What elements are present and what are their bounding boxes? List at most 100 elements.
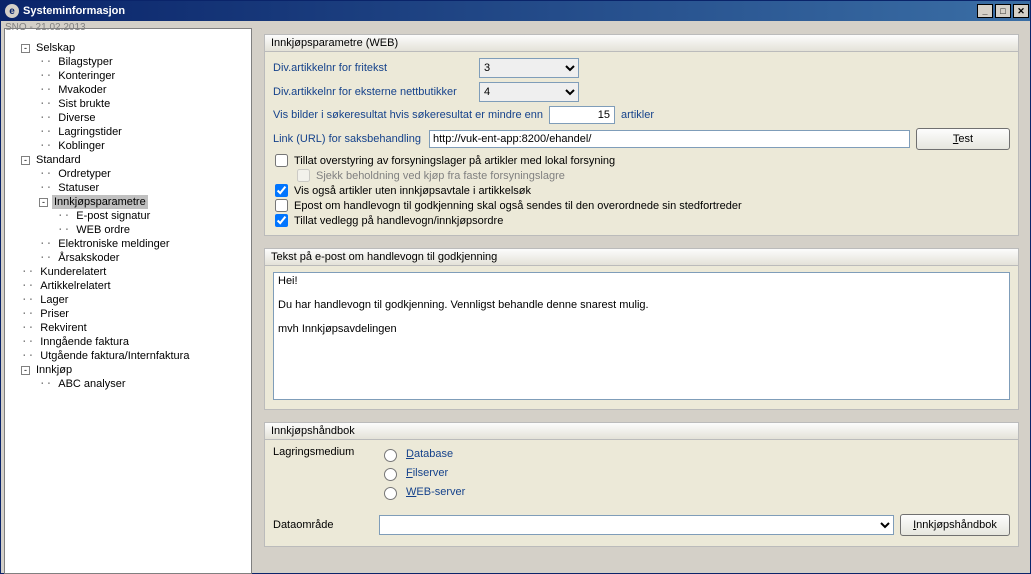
tree-item-label[interactable]: Standard xyxy=(34,153,83,167)
textarea-epost[interactable]: Hei! Du har handlevogn til godkjenning. … xyxy=(273,272,1010,400)
chk-vedlegg[interactable] xyxy=(275,214,288,227)
tree-item-label[interactable]: Lagringstider xyxy=(56,125,124,139)
tree-item-label[interactable]: Innkjøp xyxy=(34,363,74,377)
input-url[interactable] xyxy=(429,130,910,148)
minimize-button[interactable]: _ xyxy=(977,4,993,18)
window-buttons: _ □ ✕ xyxy=(976,2,1030,20)
tree-item[interactable]: ·· WEB ordre xyxy=(5,223,249,237)
tree-item[interactable]: ·· Lagringstider xyxy=(5,125,249,139)
tree-item-label[interactable]: Konteringer xyxy=(56,69,117,83)
tree-item[interactable]: ·· Elektroniske meldinger xyxy=(5,237,249,251)
tree-item-label[interactable]: Priser xyxy=(38,307,71,321)
app-window: e Systeminformasjon _ □ ✕ SNO - 21.02.20… xyxy=(0,0,1031,574)
tree-item-label[interactable]: Koblinger xyxy=(56,139,106,153)
collapse-icon[interactable]: - xyxy=(21,156,30,165)
select-eksterne[interactable]: 4 xyxy=(479,82,579,102)
label-url: Link (URL) for saksbehandling xyxy=(273,133,423,145)
label-eksterne: Div.artikkelnr for eksterne nettbutikker xyxy=(273,86,473,98)
label-overstyring: Tillat overstyring av forsyningslager på… xyxy=(294,155,615,167)
body: -Selskap·· Bilagstyper·· Konteringer·· M… xyxy=(1,21,1030,573)
tree-item[interactable]: ·· Statuser xyxy=(5,181,249,195)
tree-item-label[interactable]: Elektroniske meldinger xyxy=(56,237,171,251)
tree-item[interactable]: ·· Ordretyper xyxy=(5,167,249,181)
tree-item[interactable]: ·· Utgående faktura/Internfaktura xyxy=(5,349,249,363)
tree-item-label[interactable]: Årsakskoder xyxy=(56,251,121,265)
tree-item-label[interactable]: Sist brukte xyxy=(56,97,112,111)
handbok-button[interactable]: Innkjøpshåndbok xyxy=(900,514,1010,536)
label-dataomrade: Dataområde xyxy=(273,519,373,531)
label-sjekk: Sjekk beholdning ved kjøp fra faste fors… xyxy=(316,170,565,182)
collapse-icon[interactable]: - xyxy=(21,366,30,375)
tree-item[interactable]: -Selskap xyxy=(5,41,249,55)
tree-item[interactable]: ·· E-post signatur xyxy=(5,209,249,223)
label-visogsa: Vis også artikler uten innkjøpsavtale i … xyxy=(294,185,531,197)
tree-item[interactable]: ·· Sist brukte xyxy=(5,97,249,111)
tree-item[interactable]: ·· Årsakskoder xyxy=(5,251,249,265)
tree-item-label[interactable]: Rekvirent xyxy=(38,321,88,335)
radio-database[interactable] xyxy=(384,449,397,462)
window-title: Systeminformasjon xyxy=(23,5,125,17)
tree-item[interactable]: ·· ABC analyser xyxy=(5,377,249,391)
group-handbok: Innkjøpshåndbok Lagringsmedium DatabaseF… xyxy=(264,422,1019,547)
tree-item-label[interactable]: E-post signatur xyxy=(74,209,152,223)
tree-item[interactable]: ·· Artikkelrelatert xyxy=(5,279,249,293)
radio-web-server[interactable] xyxy=(384,487,397,500)
collapse-icon[interactable]: - xyxy=(39,198,48,207)
content-panel: Innkjøpsparametre (WEB) Div.artikkelnr f… xyxy=(252,28,1027,570)
tree-item[interactable]: ·· Priser xyxy=(5,307,249,321)
tree-item-label[interactable]: Inngående faktura xyxy=(38,335,131,349)
radio-filserver[interactable] xyxy=(384,468,397,481)
radio-label: Filserver xyxy=(406,467,448,479)
tree-item-label[interactable]: Diverse xyxy=(56,111,97,125)
tree-panel[interactable]: -Selskap·· Bilagstyper·· Konteringer·· M… xyxy=(4,28,252,574)
tree-item[interactable]: ·· Bilagstyper xyxy=(5,55,249,69)
tree-item-label[interactable]: Innkjøpsparametre xyxy=(52,195,148,209)
tree: -Selskap·· Bilagstyper·· Konteringer·· M… xyxy=(5,39,251,393)
chk-epost[interactable] xyxy=(275,199,288,212)
tree-item-label[interactable]: Lager xyxy=(38,293,70,307)
radio-label: WEB-server xyxy=(406,486,465,498)
tree-item-label[interactable]: Statuser xyxy=(56,181,101,195)
test-button[interactable]: Test xyxy=(916,128,1010,150)
tree-item-label[interactable]: Artikkelrelatert xyxy=(38,279,112,293)
select-dataomrade[interactable] xyxy=(379,515,894,535)
input-bilder[interactable] xyxy=(549,106,615,124)
chk-visogsa[interactable] xyxy=(275,184,288,197)
tree-item-label[interactable]: Kunderelatert xyxy=(38,265,108,279)
label-fritekst: Div.artikkelnr for fritekst xyxy=(273,62,473,74)
tree-item-label[interactable]: Bilagstyper xyxy=(56,55,114,69)
group-title-handbok: Innkjøpshåndbok xyxy=(265,423,1018,440)
group-innkjopsparametre: Innkjøpsparametre (WEB) Div.artikkelnr f… xyxy=(264,34,1019,236)
collapse-icon[interactable]: - xyxy=(21,44,30,53)
tree-item[interactable]: ·· Kunderelatert xyxy=(5,265,249,279)
select-fritekst[interactable]: 3 xyxy=(479,58,579,78)
tree-item[interactable]: -Innkjøp xyxy=(5,363,249,377)
tree-item-label[interactable]: ABC analyser xyxy=(56,377,127,391)
tree-item[interactable]: -Standard xyxy=(5,153,249,167)
tree-item[interactable]: ·· Mvakoder xyxy=(5,83,249,97)
tree-item-label[interactable]: Mvakoder xyxy=(56,83,108,97)
tree-item[interactable]: -Innkjøpsparametre xyxy=(5,195,249,209)
tree-item[interactable]: ·· Lager xyxy=(5,293,249,307)
tree-item[interactable]: ·· Inngående faktura xyxy=(5,335,249,349)
group-epost-tekst: Tekst på e-post om handlevogn til godkje… xyxy=(264,248,1019,410)
tree-item-label[interactable]: WEB ordre xyxy=(74,223,132,237)
tree-item-label[interactable]: Utgående faktura/Internfaktura xyxy=(38,349,191,363)
radio-label: Database xyxy=(406,448,453,460)
tree-item[interactable]: ·· Rekvirent xyxy=(5,321,249,335)
tree-item[interactable]: ·· Koblinger xyxy=(5,139,249,153)
maximize-button[interactable]: □ xyxy=(995,4,1011,18)
chk-overstyring[interactable] xyxy=(275,154,288,167)
close-button[interactable]: ✕ xyxy=(1013,4,1029,18)
label-bilder-pre: Vis bilder i søkeresultat hvis søkeresul… xyxy=(273,109,543,121)
group-title-epost: Tekst på e-post om handlevogn til godkje… xyxy=(265,249,1018,266)
tree-item[interactable]: ·· Diverse xyxy=(5,111,249,125)
breadcrumb: SNO - 21.02.2013 xyxy=(5,22,86,33)
tree-item-label[interactable]: Ordretyper xyxy=(56,167,113,181)
tree-item[interactable]: ·· Konteringer xyxy=(5,69,249,83)
label-vedlegg: Tillat vedlegg på handlevogn/innkjøpsord… xyxy=(294,215,503,227)
titlebar: e Systeminformasjon _ □ ✕ xyxy=(1,1,1030,21)
label-bilder-post: artikler xyxy=(621,109,654,121)
tree-item-label[interactable]: Selskap xyxy=(34,41,77,55)
app-icon: e xyxy=(5,4,19,18)
